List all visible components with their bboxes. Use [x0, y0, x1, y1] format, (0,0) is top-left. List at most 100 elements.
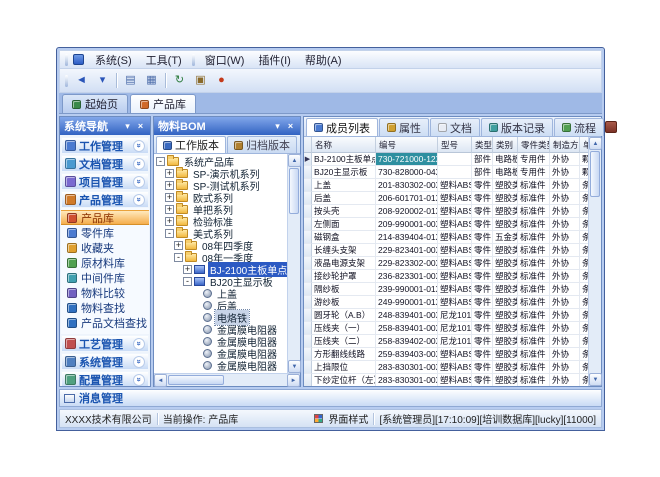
bom-tab-working-version[interactable]: 工作版本	[156, 136, 226, 153]
table-row-1[interactable]: ▶BJ-2100主板单点730-721000-12X部件电路板专用件外协颗	[304, 153, 588, 166]
table-row-2[interactable]: BJ20主显示板730-828000-04X部件电路板专用件外协颗	[304, 166, 588, 179]
table-row-5[interactable]: 按头壳208-920002-01X塑料ABS零件塑胶类标准件外协条	[304, 205, 588, 218]
chevron-down-icon[interactable]: »	[133, 176, 145, 188]
table-row-15[interactable]: 压线夹（二）258-839402-00X尼龙1010零件塑胶类标准件外协条	[304, 335, 588, 348]
grid-view-icon[interactable]: ▦	[141, 71, 162, 91]
expand-icon[interactable]: +	[183, 265, 192, 274]
menu-system[interactable]: 系统(S)	[88, 50, 139, 70]
table-row-12[interactable]: 游纱板249-990001-01X塑料ABS零件塑胶类标准件外协条	[304, 296, 588, 309]
row-selector[interactable]	[304, 244, 312, 257]
column-header-5[interactable]: 类别	[493, 137, 518, 153]
scroll-left-icon[interactable]: ◄	[154, 374, 167, 387]
nav-section-work[interactable]: 工作管理»	[61, 137, 149, 154]
chevron-down-icon[interactable]: »	[133, 194, 145, 206]
chevron-down-icon[interactable]: »	[133, 140, 145, 152]
toolbar-grip[interactable]	[65, 75, 68, 87]
row-selector[interactable]	[304, 257, 312, 270]
chevron-down-icon[interactable]: »	[133, 338, 145, 350]
nav-item-material-compare[interactable]: 物料比较	[61, 285, 149, 300]
bom-tree-horizontal-scrollbar[interactable]: ◄ ►	[154, 373, 300, 386]
nav-section-product[interactable]: 产品管理»	[61, 191, 149, 208]
doc-tab-start-page[interactable]: 起始页	[62, 94, 128, 113]
tab-member-list[interactable]: 成员列表	[306, 118, 378, 136]
row-selector[interactable]	[304, 296, 312, 309]
nav-item-product-library[interactable]: 产品库	[61, 210, 149, 225]
menubar-grip-2[interactable]	[192, 54, 195, 66]
table-row-10[interactable]: 接纱轮护罩236-823301-00X塑料ABS零件塑胶类标准件外协条	[304, 270, 588, 283]
row-selector[interactable]	[304, 322, 312, 335]
scroll-right-icon[interactable]: ►	[287, 374, 300, 387]
nav-section-docs[interactable]: 文档管理»	[61, 155, 149, 172]
bom-tree-vertical-scrollbar[interactable]: ▲ ▼	[287, 154, 300, 373]
table-row-9[interactable]: 液晶电源支架229-823302-00X塑料ABS零件塑胶类标准件外协条	[304, 257, 588, 270]
scroll-down-icon[interactable]: ▼	[288, 360, 301, 373]
message-panel-bar[interactable]: 消息管理	[59, 389, 602, 407]
nav-item-middleware-library[interactable]: 中间件库	[61, 270, 149, 285]
table-row-6[interactable]: 左侧面209-990001-00X塑料ABS零件塑胶类标准件外协条	[304, 218, 588, 231]
table-row-3[interactable]: 上盖201-830302-00X塑料ABS零件塑胶类标准件外协条	[304, 179, 588, 192]
lock-icon[interactable]: ▣	[190, 71, 211, 91]
menubar-grip[interactable]	[65, 54, 68, 66]
row-selector[interactable]	[304, 348, 312, 361]
row-selector[interactable]	[304, 231, 312, 244]
stop-icon[interactable]: ●	[211, 71, 232, 91]
tab-workflow[interactable]: 流程	[554, 118, 604, 136]
collapse-icon[interactable]: -	[183, 277, 192, 286]
back-icon[interactable]: ◄	[71, 71, 92, 91]
table-row-13[interactable]: 圆牙轮（A.B）248-839401-00X尼龙1010零件塑胶类标准件外协条	[304, 309, 588, 322]
row-selector[interactable]	[304, 218, 312, 231]
column-header-1[interactable]: 名称	[312, 137, 376, 153]
collapse-icon[interactable]: -	[174, 253, 183, 262]
close-icon[interactable]: ×	[135, 121, 146, 132]
column-header-4[interactable]: 类型	[472, 137, 493, 153]
expand-icon[interactable]: +	[174, 241, 183, 250]
expand-icon[interactable]: +	[165, 169, 174, 178]
column-header-3[interactable]: 型号	[438, 137, 472, 153]
column-header-6[interactable]: 零件类型	[518, 137, 550, 153]
table-row-7[interactable]: 磁钢盒214-839404-01X塑料ABS零件五金类标准件外协条	[304, 231, 588, 244]
scroll-up-icon[interactable]: ▲	[288, 154, 301, 167]
nav-section-system[interactable]: 系统管理»	[61, 353, 149, 370]
chevron-down-icon[interactable]: »	[133, 356, 145, 368]
row-selector[interactable]	[304, 374, 312, 386]
menu-tools[interactable]: 工具(T)	[139, 50, 189, 70]
row-selector[interactable]	[304, 179, 312, 192]
table-row-17[interactable]: 上挡限位283-830301-00X塑料ABS零件塑胶类标准件外协条	[304, 361, 588, 374]
table-row-14[interactable]: 压线夹（一）258-839401-00X尼龙1010零件塑胶类标准件外协条	[304, 322, 588, 335]
scroll-thumb[interactable]	[168, 375, 224, 385]
menu-help[interactable]: 帮助(A)	[298, 50, 349, 70]
table-row-8[interactable]: 长缠头支架229-823401-00X塑料ABS零件塑胶类标准件外协条	[304, 244, 588, 257]
tab-overflow-button[interactable]	[605, 121, 617, 133]
autohide-pin-icon[interactable]: ▾	[122, 121, 133, 132]
chevron-down-icon[interactable]: »	[133, 374, 145, 386]
refresh-icon[interactable]: ↻	[169, 71, 190, 91]
row-selector[interactable]: ▶	[304, 153, 312, 166]
scroll-thumb[interactable]	[590, 151, 600, 197]
nav-section-config[interactable]: 配置管理»	[61, 371, 149, 386]
chevron-down-icon[interactable]: »	[133, 158, 145, 170]
nav-item-favorites[interactable]: 收藏夹	[61, 240, 149, 255]
row-selector[interactable]	[304, 283, 312, 296]
column-header-2[interactable]: 编号	[376, 137, 438, 153]
table-row-16[interactable]: 方形翻线线路259-839403-00X塑料ABS零件塑胶类标准件外协条	[304, 348, 588, 361]
row-selector[interactable]	[304, 361, 312, 374]
expand-icon[interactable]: +	[165, 205, 174, 214]
row-selector[interactable]	[304, 270, 312, 283]
new-document-icon[interactable]: ▤	[120, 71, 141, 91]
menu-plugins[interactable]: 插件(I)	[251, 50, 297, 70]
back-dropdown-icon[interactable]: ▾	[92, 71, 113, 91]
tab-properties[interactable]: 属性	[379, 118, 429, 136]
scroll-thumb[interactable]	[289, 168, 299, 214]
expand-icon[interactable]: +	[165, 193, 174, 202]
column-header-7[interactable]: 制造方式	[550, 137, 580, 153]
expand-icon[interactable]: +	[165, 181, 174, 190]
table-row-4[interactable]: 后盖206-601701-01X塑料ABS零件塑胶类标准件外协条	[304, 192, 588, 205]
menu-window[interactable]: 窗口(W)	[198, 50, 252, 70]
row-selector[interactable]	[304, 205, 312, 218]
bom-tab-archived-version[interactable]: 归档版本	[227, 136, 297, 153]
scroll-down-icon[interactable]: ▼	[589, 373, 602, 386]
row-selector[interactable]	[304, 166, 312, 179]
doc-tab-product-library[interactable]: 产品库	[130, 94, 196, 113]
expand-icon[interactable]: +	[165, 217, 174, 226]
ui-style-icon[interactable]	[314, 414, 323, 423]
